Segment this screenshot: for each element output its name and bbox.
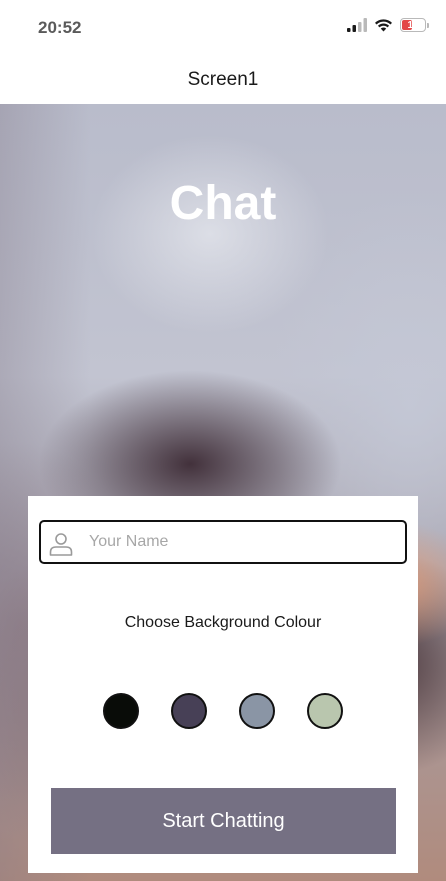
nav-header: Screen1 bbox=[0, 56, 446, 104]
status-time: 20:52 bbox=[38, 18, 82, 37]
colour-option-grey[interactable] bbox=[239, 693, 275, 729]
phone-screen: 20:52 14 Screen1 Chat Your Name Choose B… bbox=[0, 0, 446, 881]
colour-option-green[interactable] bbox=[307, 693, 343, 729]
person-icon bbox=[49, 533, 73, 556]
wifi-icon bbox=[375, 19, 392, 32]
battery-cap bbox=[427, 23, 429, 28]
colour-option-black[interactable] bbox=[103, 693, 139, 729]
start-panel: Choose Background Colour Start Chatting bbox=[28, 496, 418, 873]
start-chatting-button[interactable]: Start Chatting bbox=[51, 788, 396, 854]
battery-icon: 14 bbox=[400, 18, 429, 32]
cellular-signal-icon bbox=[347, 18, 367, 32]
battery-level: 14 bbox=[407, 19, 419, 31]
page-title: Screen1 bbox=[187, 69, 259, 90]
app-title: Chat bbox=[169, 177, 277, 230]
status-icons: 14 bbox=[347, 18, 429, 32]
background-highlight bbox=[90, 134, 330, 334]
colour-option-purple[interactable] bbox=[171, 693, 207, 729]
choose-colour-label: Choose Background Colour bbox=[124, 614, 322, 631]
name-input[interactable] bbox=[89, 522, 399, 562]
colour-options bbox=[28, 693, 418, 729]
status-bar: 20:52 14 bbox=[0, 0, 446, 56]
name-input-container[interactable] bbox=[39, 520, 407, 564]
